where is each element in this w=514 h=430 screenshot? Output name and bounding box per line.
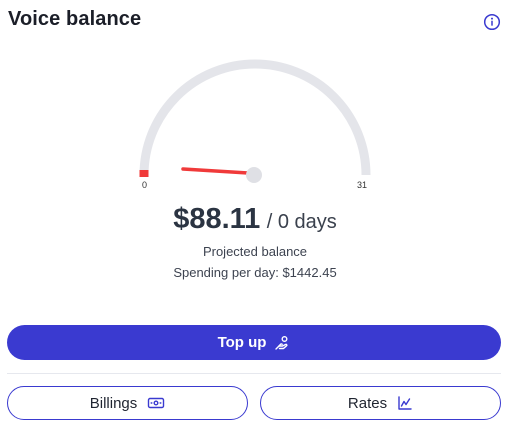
- banknote-icon: [147, 396, 165, 410]
- line-chart-icon: [397, 395, 413, 411]
- spending-per-day: Spending per day: $1442.45: [173, 265, 337, 280]
- gauge-value-segment: [139, 170, 149, 177]
- card-title: Voice balance: [8, 8, 142, 30]
- gauge-pivot: [246, 167, 262, 183]
- hand-coins-icon: [274, 335, 290, 351]
- top-up-button[interactable]: Top up: [7, 325, 501, 360]
- top-up-label: Top up: [217, 334, 267, 351]
- divider: [7, 373, 501, 374]
- rates-button[interactable]: Rates: [260, 386, 501, 420]
- gauge-track: [139, 59, 371, 176]
- balance-amount-row: $88.11 / 0 days: [0, 203, 510, 236]
- balance-days: / 0 days: [266, 211, 337, 233]
- voice-balance-card: Voice balance 0 31 $88.11 / 0 days Proje…: [0, 0, 514, 430]
- gauge-max-label: 31: [357, 180, 368, 190]
- billings-button[interactable]: Billings: [7, 386, 248, 420]
- balance-amount: $88.11: [173, 203, 261, 235]
- gauge-needle: [181, 167, 250, 175]
- gauge-min-label: 0: [142, 180, 148, 190]
- balance-gauge: [139, 59, 371, 183]
- projected-balance-label: Projected balance: [202, 244, 308, 259]
- info-icon[interactable]: [482, 12, 502, 32]
- billings-label: Billings: [89, 394, 138, 412]
- rates-label: Rates: [347, 394, 388, 412]
